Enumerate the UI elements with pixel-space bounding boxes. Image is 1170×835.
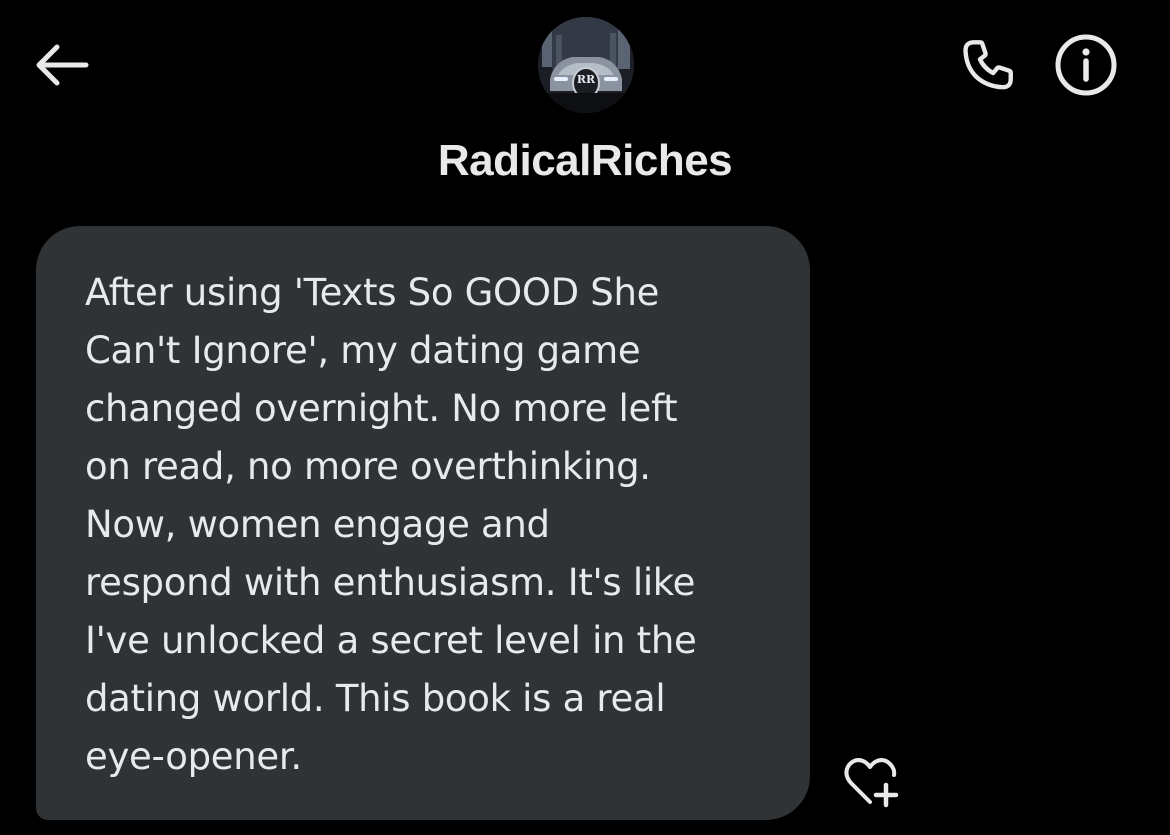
heart-plus-icon [837,752,903,815]
received-message-bubble[interactable]: After using 'Texts So GOOD She Can't Ign… [36,226,810,820]
add-reaction-button[interactable] [832,752,908,814]
call-button[interactable] [950,32,1026,102]
dm-conversation-screen: RR RadicalRiches After using 'Texts So G… [0,0,1170,835]
conversation-header: RR RadicalRiches [0,0,1170,215]
arrow-left-icon [32,44,90,91]
avatar-badge: RR [576,73,596,86]
info-button[interactable] [1050,32,1122,102]
info-icon [1054,33,1118,102]
contact-name[interactable]: RadicalRiches [0,136,1170,186]
phone-icon [957,34,1019,101]
message-text: After using 'Texts So GOOD She Can't Ign… [85,271,697,778]
back-button[interactable] [28,38,94,96]
avatar[interactable]: RR [538,17,634,113]
